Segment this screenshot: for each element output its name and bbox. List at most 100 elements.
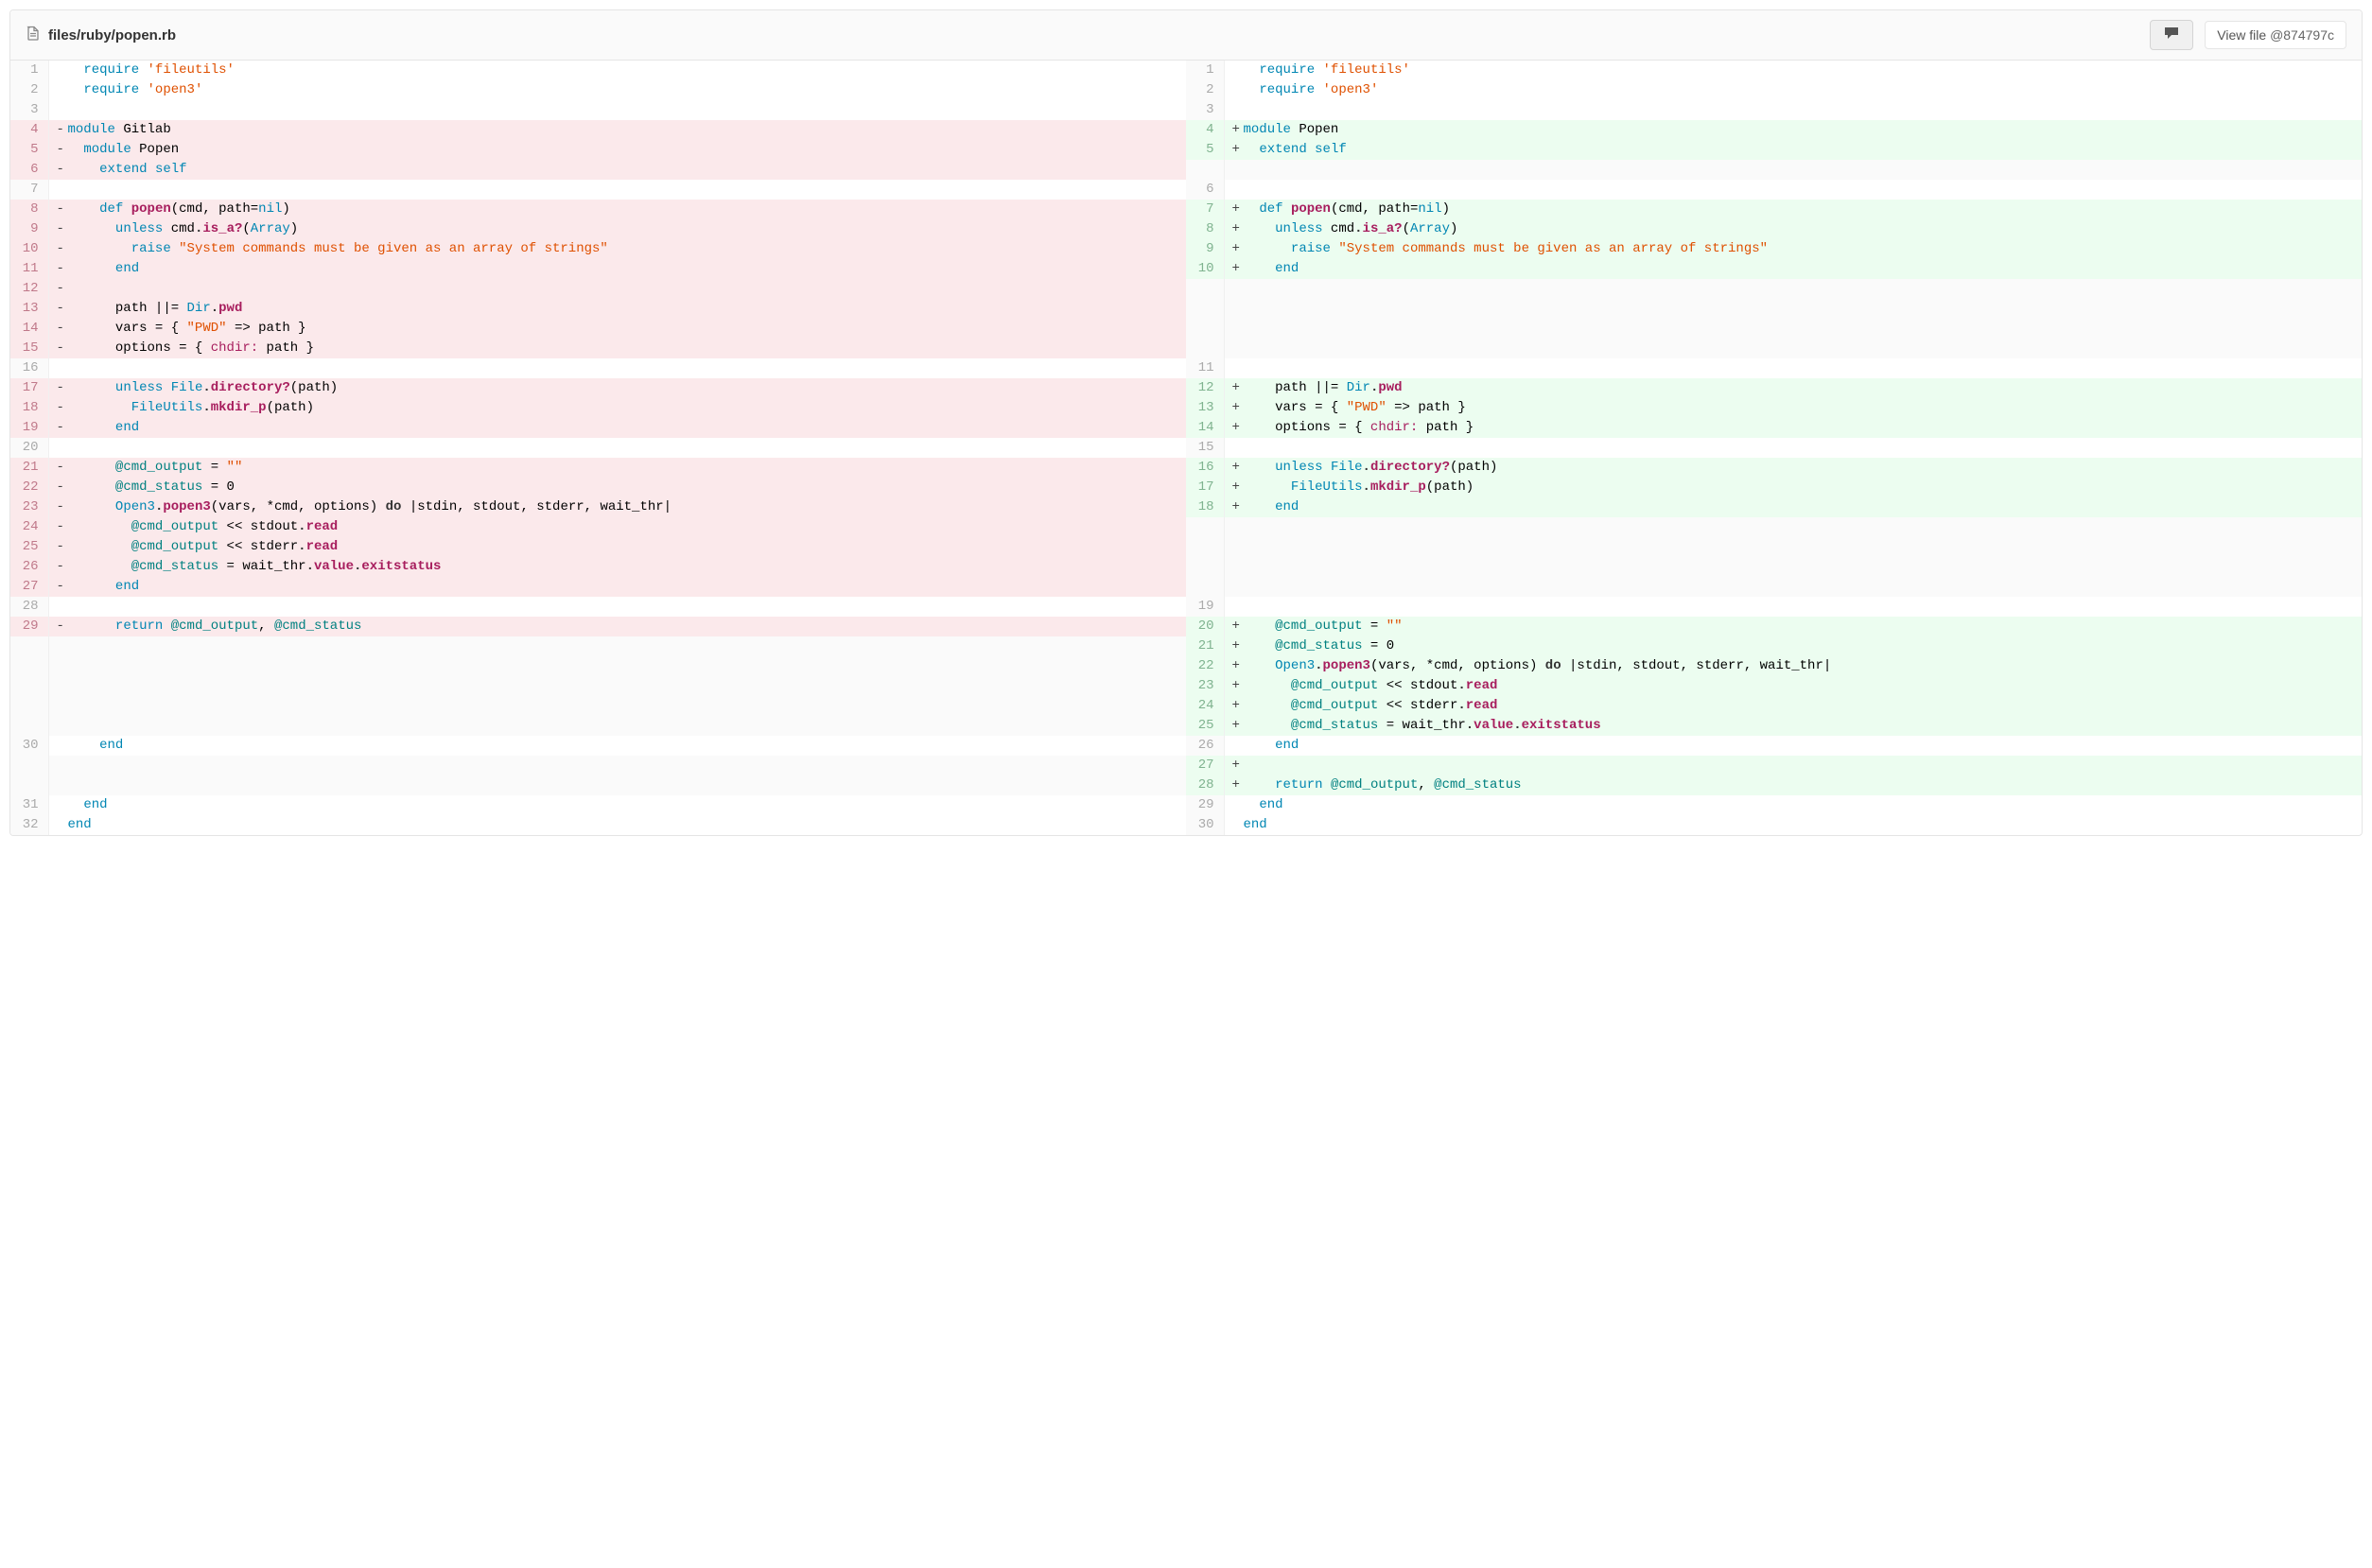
new-line-content: + options = { chdir: path } [1224,418,2362,438]
new-line-number[interactable]: 24 [1186,696,1224,716]
new-line-number[interactable] [1186,299,1224,319]
new-line-number[interactable]: 20 [1186,617,1224,636]
file-path[interactable]: files/ruby/popen.rb [48,27,176,44]
new-line-content: + unless cmd.is_a?(Array) [1224,219,2362,239]
new-line-number[interactable] [1186,319,1224,339]
new-line-number[interactable]: 12 [1186,378,1224,398]
new-line-number[interactable]: 5 [1186,140,1224,160]
old-line-number[interactable]: 28 [10,597,48,617]
old-line-number[interactable]: 19 [10,418,48,438]
old-line-number[interactable]: 32 [10,815,48,835]
old-line-number[interactable]: 1 [10,61,48,80]
old-line-number[interactable]: 6 [10,160,48,180]
old-line-content: - def popen(cmd, path=nil) [48,200,1186,219]
old-line-content: - extend self [48,160,1186,180]
new-line-number[interactable]: 23 [1186,676,1224,696]
new-line-number[interactable]: 18 [1186,497,1224,517]
diff-file: files/ruby/popen.rb View file @874797c 1… [9,9,2363,836]
old-line-number[interactable]: 27 [10,577,48,597]
old-line-number[interactable]: 4 [10,120,48,140]
old-line-number[interactable]: 7 [10,180,48,200]
old-line-number[interactable]: 12 [10,279,48,299]
old-line-number[interactable]: 3 [10,100,48,120]
new-line-number[interactable] [1186,160,1224,180]
old-line-number[interactable]: 23 [10,497,48,517]
old-line-number[interactable]: 21 [10,458,48,478]
new-line-number[interactable]: 13 [1186,398,1224,418]
diff-row: 28 19 [10,597,2362,617]
new-line-number[interactable]: 14 [1186,418,1224,438]
new-line-number[interactable]: 4 [1186,120,1224,140]
old-line-number[interactable]: 11 [10,259,48,279]
new-line-number[interactable]: 8 [1186,219,1224,239]
new-line-number[interactable]: 28 [1186,775,1224,795]
new-line-number[interactable] [1186,537,1224,557]
old-line-number[interactable] [10,656,48,676]
old-line-number[interactable]: 16 [10,358,48,378]
old-line-number[interactable]: 18 [10,398,48,418]
new-line-number[interactable]: 15 [1186,438,1224,458]
diff-row: 26- @cmd_status = wait_thr.value.exitsta… [10,557,2362,577]
old-line-content: - path ||= Dir.pwd [48,299,1186,319]
new-line-content [1224,180,2362,200]
old-line-number[interactable]: 29 [10,617,48,636]
old-line-number[interactable]: 20 [10,438,48,458]
new-line-number[interactable]: 22 [1186,656,1224,676]
old-line-number[interactable] [10,676,48,696]
diff-table: 1 require 'fileutils'1 require 'fileutil… [10,61,2362,835]
old-line-number[interactable]: 30 [10,736,48,756]
old-line-number[interactable]: 13 [10,299,48,319]
old-line-number[interactable] [10,716,48,736]
new-line-number[interactable]: 3 [1186,100,1224,120]
new-line-number[interactable]: 17 [1186,478,1224,497]
new-line-number[interactable]: 16 [1186,458,1224,478]
new-line-number[interactable]: 6 [1186,180,1224,200]
old-line-number[interactable] [10,696,48,716]
diff-row: 9- unless cmd.is_a?(Array)8+ unless cmd.… [10,219,2362,239]
old-line-number[interactable]: 8 [10,200,48,219]
new-line-number[interactable]: 11 [1186,358,1224,378]
new-line-number[interactable]: 1 [1186,61,1224,80]
new-line-number[interactable] [1186,577,1224,597]
old-line-content [48,438,1186,458]
old-line-number[interactable]: 24 [10,517,48,537]
diff-row: 6- extend self [10,160,2362,180]
new-line-number[interactable]: 9 [1186,239,1224,259]
old-line-number[interactable]: 17 [10,378,48,398]
comment-button[interactable] [2150,20,2193,50]
new-line-number[interactable] [1186,557,1224,577]
diff-row: 25- @cmd_output << stderr.read [10,537,2362,557]
old-line-number[interactable]: 31 [10,795,48,815]
new-line-number[interactable] [1186,339,1224,358]
old-line-number[interactable]: 26 [10,557,48,577]
old-line-number[interactable]: 2 [10,80,48,100]
view-file-button[interactable]: View file @874797c [2205,21,2346,49]
new-line-number[interactable]: 27 [1186,756,1224,775]
new-line-number[interactable]: 29 [1186,795,1224,815]
new-line-number[interactable]: 21 [1186,636,1224,656]
old-line-number[interactable] [10,775,48,795]
new-line-number[interactable]: 30 [1186,815,1224,835]
new-line-number[interactable]: 2 [1186,80,1224,100]
old-line-number[interactable]: 5 [10,140,48,160]
old-line-number[interactable]: 15 [10,339,48,358]
new-line-number[interactable]: 10 [1186,259,1224,279]
new-line-number[interactable]: 26 [1186,736,1224,756]
old-line-number[interactable] [10,636,48,656]
old-line-number[interactable] [10,756,48,775]
view-file-label: View file [2217,27,2270,43]
new-line-number[interactable]: 7 [1186,200,1224,219]
old-line-number[interactable]: 22 [10,478,48,497]
new-line-number[interactable]: 19 [1186,597,1224,617]
new-line-content [1224,557,2362,577]
new-line-number[interactable]: 25 [1186,716,1224,736]
old-line-content: end [48,795,1186,815]
old-line-number[interactable]: 14 [10,319,48,339]
new-line-number[interactable] [1186,279,1224,299]
diff-row: 31 end29 end [10,795,2362,815]
new-line-content [1224,597,2362,617]
old-line-number[interactable]: 10 [10,239,48,259]
old-line-number[interactable]: 25 [10,537,48,557]
old-line-number[interactable]: 9 [10,219,48,239]
new-line-number[interactable] [1186,517,1224,537]
